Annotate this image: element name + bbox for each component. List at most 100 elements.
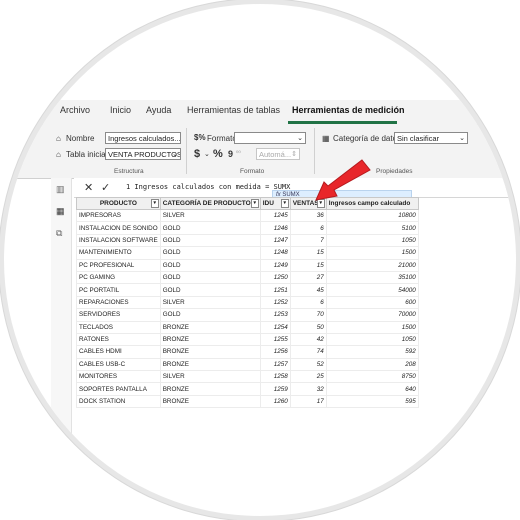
table-cell[interactable]: 5100 [325,221,419,235]
table-row[interactable]: PC GAMING GOLD 1250 27 35100 [76,270,419,285]
table-cell[interactable]: 42 [289,332,327,347]
table-cell[interactable]: 7 [289,233,327,248]
table-row[interactable]: TECLADOS BRONZE 1254 50 1500 [76,320,419,334]
table-cell[interactable]: GOLD [159,270,261,285]
column-header-producto[interactable]: PRODUCTO ▾ [76,197,161,210]
table-cell[interactable]: 1260 [259,394,291,409]
table-cell[interactable]: 208 [325,357,419,372]
table-cell[interactable]: 36 [289,208,327,223]
table-cell[interactable]: INSTALACION SOFTWARE [76,233,161,248]
table-cell[interactable]: BRONZE [159,345,261,359]
table-cell[interactable]: 32 [289,382,327,396]
table-cell[interactable]: SILVER [159,208,261,223]
table-row[interactable]: SERVIDORES GOLD 1253 70 70000 [76,308,419,322]
tab-herramientas-tablas[interactable]: Herramientas de tablas [187,105,280,115]
table-cell[interactable]: 15 [289,258,327,272]
table-cell[interactable]: 1254 [259,320,291,334]
table-cell[interactable]: 1256 [259,345,291,359]
table-cell[interactable]: GOLD [159,246,261,260]
table-cell[interactable]: BRONZE [159,394,261,409]
table-cell[interactable]: 1257 [259,357,291,372]
table-cell[interactable]: REPARACIONES [76,295,161,310]
table-row[interactable]: MANTENIMIENTO GOLD 1248 15 1500 [76,246,419,260]
table-cell[interactable]: 1250 [259,270,291,285]
table-cell[interactable]: MONITORES [76,370,161,384]
tab-archivo[interactable]: Archivo [60,105,90,115]
table-cell[interactable]: GOLD [159,258,261,272]
table-cell[interactable]: 17 [289,394,327,409]
table-cell[interactable]: SERVIDORES [76,308,161,322]
report-view-icon[interactable]: ▥ [56,184,66,194]
decimales-spinner[interactable]: Automá... ⇕ [256,148,300,160]
table-cell[interactable]: 54000 [325,283,419,297]
table-cell[interactable]: 6 [289,221,327,235]
categoria-select[interactable]: Sin clasificar ⌄ [394,132,468,144]
table-cell[interactable]: SOPORTES PANTALLA [76,382,161,396]
table-cell[interactable]: 1248 [259,246,291,260]
table-row[interactable]: MONITORES SILVER 1258 25 8750 [76,370,419,384]
table-cell[interactable]: 1500 [325,320,419,334]
table-cell[interactable]: PC PROFESIONAL [76,258,161,272]
table-cell[interactable]: RATONES [76,332,161,347]
table-cell[interactable]: 1252 [259,295,291,310]
table-cell[interactable]: 21000 [325,258,419,272]
table-cell[interactable]: 50 [289,320,327,334]
column-header-idu[interactable]: IDU ▾ [259,197,291,210]
table-cell[interactable]: 70000 [325,308,419,322]
table-row[interactable]: CABLES USB-C BRONZE 1257 52 208 [76,357,419,372]
table-row[interactable]: IMPRESORAS SILVER 1245 36 10800 [76,208,419,223]
table-cell[interactable]: 70 [289,308,327,322]
table-cell[interactable]: 1050 [325,332,419,347]
percent-button[interactable]: % [213,148,223,160]
table-cell[interactable]: 15 [289,246,327,260]
table-cell[interactable]: 6 [289,295,327,310]
table-cell[interactable]: 640 [325,382,419,396]
column-header-categoria[interactable]: CATEGORÍA DE PRODUCTOS ▾ [159,197,261,210]
table-cell[interactable]: 35100 [325,270,419,285]
table-row[interactable]: INSTALACION SOFTWARE GOLD 1247 7 1050 [76,233,419,248]
table-row[interactable]: RATONES BRONZE 1255 42 1050 [76,332,419,347]
confirm-formula-button[interactable]: ✓ [101,181,110,194]
comma-button[interactable]: 9 [228,149,233,159]
table-cell[interactable]: 45 [289,283,327,297]
table-cell[interactable]: 1050 [325,233,419,248]
table-cell[interactable]: CABLES HDMI [76,345,161,359]
currency-button[interactable]: $ [194,148,200,160]
table-cell[interactable]: 592 [325,345,419,359]
table-row[interactable]: PC PORTATIL GOLD 1251 45 54000 [76,283,419,297]
table-cell[interactable]: BRONZE [159,357,261,372]
table-cell[interactable]: 1251 [259,283,291,297]
formula-input[interactable]: 1 Ingresos calculados con medida = SUMX [126,183,290,191]
table-cell[interactable]: SILVER [159,370,261,384]
tab-herramientas-medicion[interactable]: Herramientas de medición [292,105,405,115]
table-cell[interactable]: 1247 [259,233,291,248]
table-cell[interactable]: IMPRESORAS [76,208,161,223]
table-cell[interactable]: BRONZE [159,320,261,334]
table-cell[interactable]: 1258 [259,370,291,384]
table-cell[interactable]: DOCK STATION [76,394,161,409]
table-cell[interactable]: 52 [289,357,327,372]
data-view-icon[interactable]: ▦ [56,206,66,216]
tab-inicio[interactable]: Inicio [110,105,131,115]
table-cell[interactable]: GOLD [159,233,261,248]
table-cell[interactable]: TECLADOS [76,320,161,334]
table-cell[interactable]: 10800 [325,208,419,223]
formato-select[interactable]: ⌄ [234,132,306,144]
table-row[interactable]: PC PROFESIONAL GOLD 1249 15 21000 [76,258,419,272]
table-cell[interactable]: 1255 [259,332,291,347]
table-row[interactable]: CABLES HDMI BRONZE 1256 74 592 [76,345,419,359]
table-cell[interactable]: GOLD [159,308,261,322]
table-cell[interactable]: 1249 [259,258,291,272]
table-cell[interactable]: 1253 [259,308,291,322]
table-cell[interactable]: CABLES USB-C [76,357,161,372]
table-row[interactable]: REPARACIONES SILVER 1252 6 600 [76,295,419,310]
table-cell[interactable]: GOLD [159,221,261,235]
table-row[interactable]: INSTALACION DE SONIDO GOLD 1246 6 5100 [76,221,419,235]
table-row[interactable]: DOCK STATION BRONZE 1260 17 595 [76,394,419,409]
table-cell[interactable]: BRONZE [159,382,261,396]
table-cell[interactable]: 1259 [259,382,291,396]
table-cell[interactable]: INSTALACION DE SONIDO [76,221,161,235]
cancel-formula-button[interactable]: ✕ [84,181,93,194]
table-cell[interactable]: BRONZE [159,332,261,347]
table-cell[interactable]: 74 [289,345,327,359]
